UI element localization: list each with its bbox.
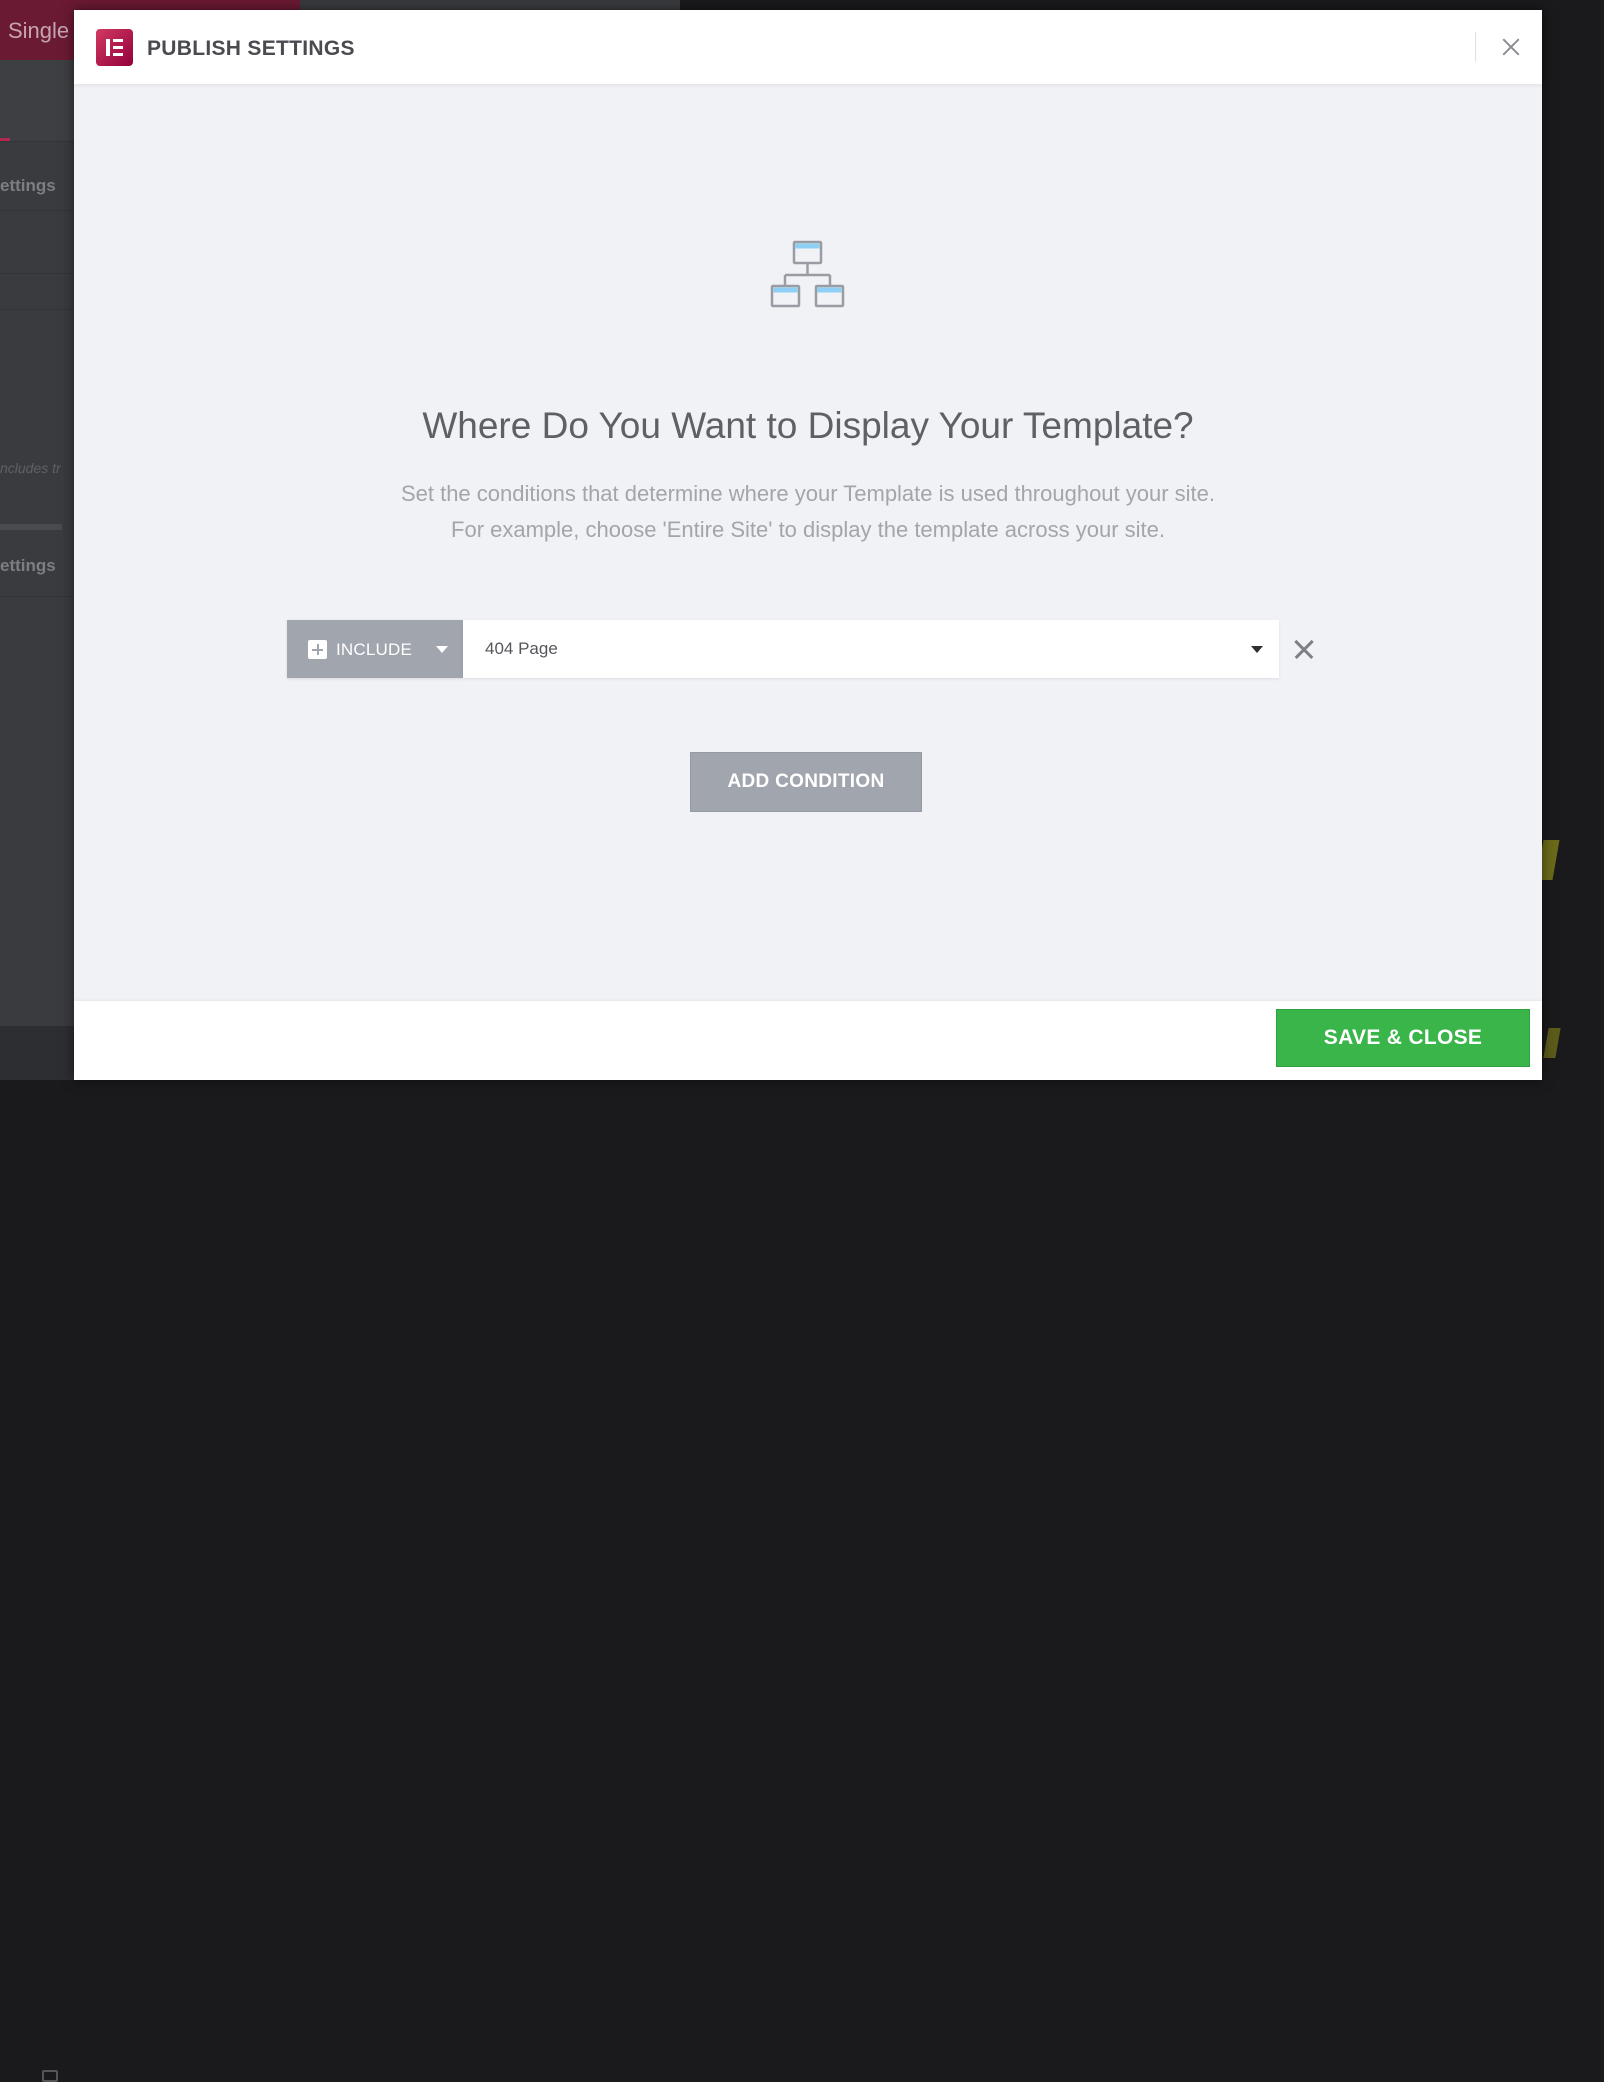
- modal-heading: Where Do You Want to Display Your Templa…: [422, 405, 1194, 446]
- chevron-down-icon: [1251, 646, 1263, 653]
- condition-value: 404 Page: [485, 639, 558, 658]
- description-line: Set the conditions that determine where …: [400, 481, 1216, 506]
- slider: [0, 524, 62, 530]
- include-exclude-select[interactable]: INCLUDE: [287, 620, 463, 678]
- modal-description: Set the conditions that determine where …: [74, 476, 1542, 548]
- chevron-down-icon: [436, 646, 448, 653]
- add-condition-button[interactable]: ADD CONDITION: [690, 752, 922, 812]
- modal-title: PUBLISH SETTINGS: [147, 37, 355, 60]
- elementor-logo-icon: [96, 29, 133, 66]
- close-icon[interactable]: [1492, 28, 1530, 66]
- condition-row: INCLUDE 404 Page: [287, 620, 1319, 678]
- condition-select[interactable]: 404 Page: [463, 620, 1279, 678]
- remove-condition-icon[interactable]: [1289, 634, 1319, 664]
- editor-toolbar: [300, 0, 680, 10]
- template-type-label: Single: [8, 18, 70, 43]
- header-divider: [1475, 32, 1476, 62]
- active-tab-indicator: [0, 138, 10, 141]
- settings-hint: ncludes tr: [0, 460, 61, 476]
- publish-settings-modal: PUBLISH SETTINGS Where Do You Want to Di…: [74, 10, 1542, 1080]
- preview-decoration: [1543, 1028, 1561, 1058]
- plus-icon: [308, 640, 327, 659]
- include-label: INCLUDE: [336, 640, 413, 659]
- description-line: For example, choose 'Entire Site' to dis…: [451, 517, 1165, 542]
- save-and-close-button[interactable]: SAVE & CLOSE: [1276, 1009, 1530, 1067]
- modal-footer: SAVE & CLOSE: [74, 1001, 1542, 1080]
- modal-header: PUBLISH SETTINGS: [74, 10, 1542, 84]
- sitemap-icon: [770, 240, 845, 308]
- desktop-icon: [42, 2070, 58, 2082]
